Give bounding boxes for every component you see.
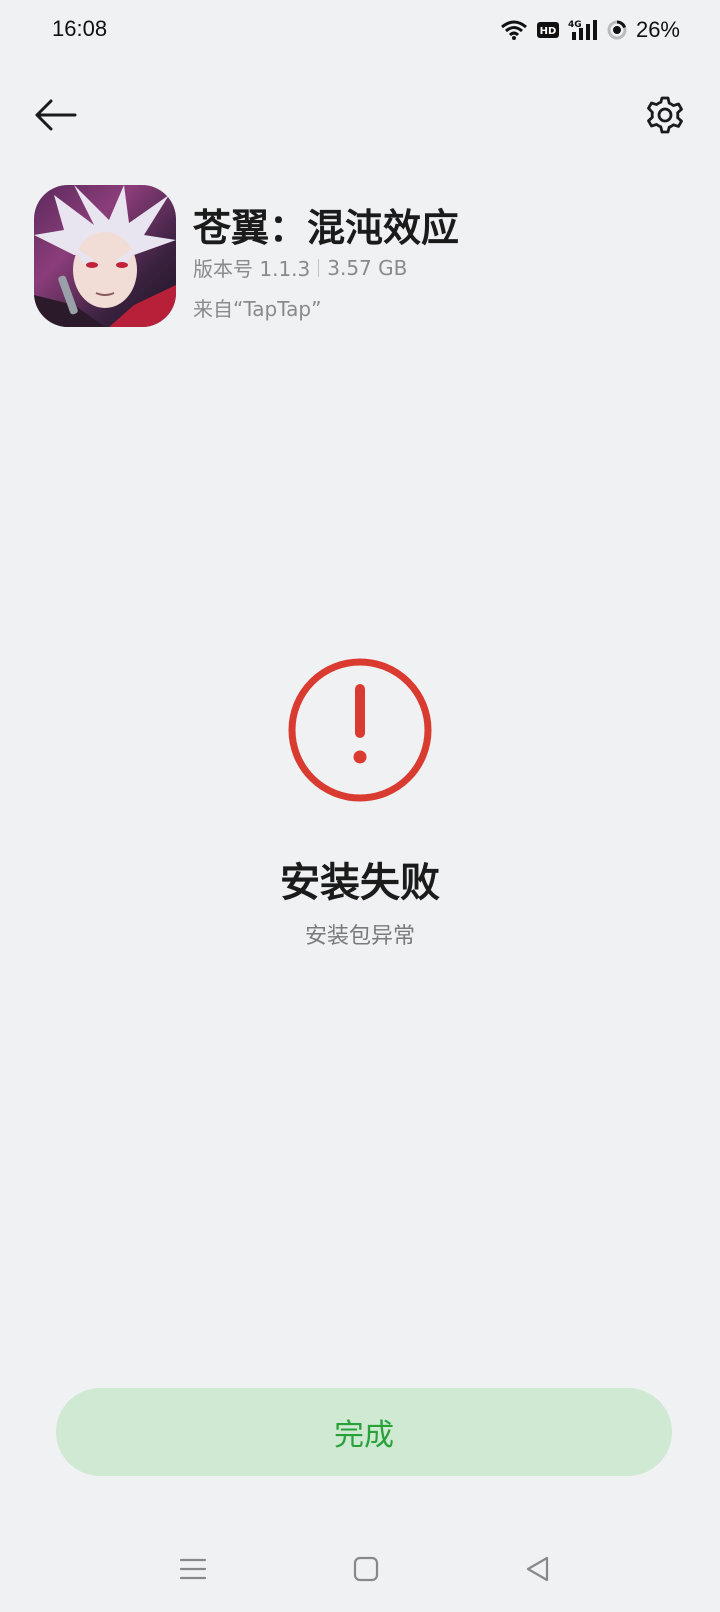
battery-ring-icon bbox=[607, 20, 627, 40]
home-icon[interactable] bbox=[351, 1554, 381, 1584]
back-triangle-icon[interactable] bbox=[523, 1554, 553, 1584]
app-version: 版本号 1.1.3 bbox=[193, 257, 311, 281]
status-time: 16:08 bbox=[52, 16, 108, 41]
meta-divider bbox=[318, 258, 320, 277]
back-button[interactable] bbox=[30, 90, 80, 140]
wifi-icon bbox=[500, 20, 527, 40]
arrow-left-icon bbox=[35, 99, 77, 131]
settings-button[interactable] bbox=[640, 90, 690, 140]
app-size: 3.57 GB bbox=[327, 255, 408, 280]
battery-percent: 26% bbox=[635, 17, 680, 42]
gear-icon bbox=[647, 96, 683, 134]
result-title: 安装失败 bbox=[280, 860, 440, 906]
signal-4g-icon: 4G bbox=[568, 20, 597, 40]
svg-text:HD: HD bbox=[540, 26, 557, 37]
app-meta: 版本号 1.1.3 3.57 GB bbox=[193, 253, 407, 282]
app-source: 来自“TapTap” bbox=[193, 297, 322, 321]
menu-icon[interactable] bbox=[178, 1554, 208, 1584]
app-icon bbox=[34, 185, 176, 327]
done-button[interactable]: 完成 bbox=[56, 1388, 672, 1476]
app-artwork bbox=[34, 185, 176, 327]
status-icons: HD 4G 26% bbox=[500, 17, 680, 43]
app-name: 苍翼：混沌效应 bbox=[193, 206, 460, 250]
alert-circle-icon bbox=[288, 658, 432, 802]
hd-icon: HD bbox=[536, 22, 559, 38]
result-subtitle: 安装包异常 bbox=[304, 924, 415, 949]
